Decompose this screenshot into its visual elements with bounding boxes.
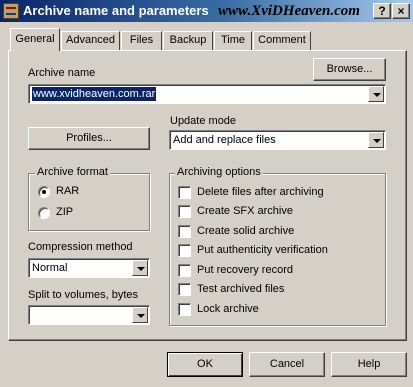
rar-label[interactable]: RAR [56, 185, 79, 197]
tab-comment[interactable]: Comment [253, 31, 311, 50]
lock-archive-label[interactable]: Lock archive [197, 303, 259, 315]
close-icon[interactable]: × [392, 3, 410, 19]
profiles-button[interactable]: Profiles... [28, 127, 150, 150]
help-title-button[interactable]: ? [373, 3, 391, 19]
delete-files-label[interactable]: Delete files after archiving [197, 186, 324, 198]
archive-format-label: Archive format [35, 166, 110, 178]
archive-name-label: Archive name [28, 67, 96, 79]
archive-name-value[interactable]: www.xvidheaven.com.rar [32, 87, 157, 101]
delete-files-checkbox[interactable] [178, 186, 191, 199]
create-sfx-checkbox[interactable] [178, 205, 191, 218]
update-mode-label: Update mode [170, 115, 237, 127]
window-title: Archive name and parameters [23, 3, 209, 18]
chevron-down-icon[interactable] [368, 86, 384, 102]
update-mode-select[interactable]: Add and replace files [169, 130, 386, 150]
lock-archive-checkbox[interactable] [178, 303, 191, 316]
create-sfx-label[interactable]: Create SFX archive [197, 205, 293, 217]
help-button[interactable]: Help [331, 352, 407, 377]
update-mode-value: Add and replace files [173, 134, 276, 146]
compression-method-select[interactable]: Normal [28, 258, 150, 278]
zip-label[interactable]: ZIP [56, 206, 73, 218]
recovery-record-label[interactable]: Put recovery record [197, 264, 293, 276]
chevron-down-icon[interactable] [368, 132, 384, 148]
chevron-down-icon[interactable] [132, 307, 148, 323]
tab-general[interactable]: General [10, 28, 60, 51]
split-volumes-label: Split to volumes, bytes [28, 289, 139, 301]
compression-method-label: Compression method [28, 241, 133, 253]
create-solid-checkbox[interactable] [178, 225, 191, 238]
ok-button[interactable]: OK [167, 352, 243, 377]
rar-radio[interactable] [38, 186, 50, 198]
create-solid-label[interactable]: Create solid archive [197, 225, 294, 237]
winrar-app-icon [3, 3, 19, 19]
archive-format-group [28, 173, 150, 231]
chevron-down-icon[interactable] [132, 260, 148, 276]
tab-backup[interactable]: Backup [163, 31, 213, 50]
archive-name-combobox[interactable]: www.xvidheaven.com.rar [28, 84, 386, 104]
browse-button[interactable]: Browse... [313, 58, 386, 81]
tab-advanced[interactable]: Advanced [61, 31, 120, 50]
watermark-text: www.XviDHeaven.com [218, 3, 360, 19]
cancel-button[interactable]: Cancel [249, 352, 325, 377]
zip-radio[interactable] [38, 207, 50, 219]
tab-files[interactable]: Files [121, 31, 162, 50]
test-files-label[interactable]: Test archived files [197, 283, 284, 295]
split-volumes-combobox[interactable] [28, 305, 150, 325]
tab-time[interactable]: Time [214, 31, 252, 50]
archiving-options-label: Archiving options [175, 166, 263, 178]
authenticity-label[interactable]: Put authenticity verification [197, 244, 328, 256]
compression-method-value: Normal [32, 262, 68, 274]
test-files-checkbox[interactable] [178, 283, 191, 296]
recovery-record-checkbox[interactable] [178, 264, 191, 277]
authenticity-checkbox[interactable] [178, 244, 191, 257]
